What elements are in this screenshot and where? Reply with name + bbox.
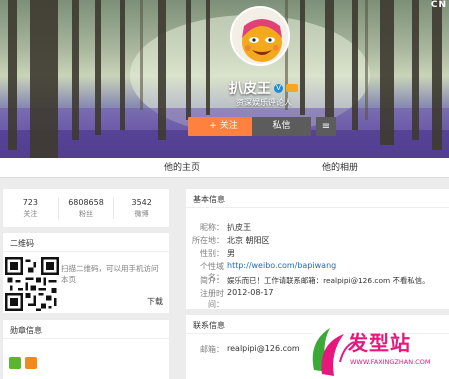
stat-followers[interactable]: 6808658 粉丝: [59, 197, 115, 219]
cover-banner: CN 扒皮王 V 资深娱乐评论人 + 关注 私信 ≡: [0, 0, 449, 158]
medal-icon[interactable]: [25, 357, 37, 369]
stat-label: 粉丝: [79, 209, 93, 218]
info-value: 2012-08-17: [227, 288, 274, 297]
info-value: 娱乐而已！工作请联系邮箱：realpipi@126.com 不看私信。: [227, 276, 430, 285]
message-button[interactable]: 私信: [252, 117, 311, 136]
info-key: 所在地：: [192, 236, 224, 245]
stat-label: 微博: [134, 209, 149, 218]
info-row-location: 所在地： 北京 朝阳区: [186, 235, 449, 246]
site-watermark: 发型站 WWW.FAXINGZHAN.COM: [300, 322, 449, 379]
qr-code-icon[interactable]: [5, 257, 59, 311]
basic-info-title: 基本信息: [186, 189, 449, 208]
info-value: 扒皮王: [227, 223, 251, 232]
nickname-row: 扒皮王 V: [229, 80, 298, 97]
watermark-url: WWW.FAXINGZHAN.COM: [350, 358, 431, 366]
avatar[interactable]: [230, 6, 290, 66]
info-key: 注册时间：: [200, 289, 224, 309]
qr-hint: 扫描二维码，可以用手机访问本页: [61, 264, 159, 284]
top-watermark: CN: [430, 0, 447, 10]
qr-download-link[interactable]: 下载: [147, 296, 163, 307]
qr-title: 二维码: [3, 233, 169, 252]
info-value: 男: [227, 249, 235, 258]
stat-label: 关注: [23, 209, 38, 218]
info-row-gender: 性别： 男: [186, 248, 449, 259]
info-key: 简介：: [200, 276, 224, 285]
medal-icon[interactable]: [9, 357, 21, 369]
info-key: 邮箱：: [200, 345, 224, 354]
basic-info-card: 基本信息 昵称： 扒皮王 所在地： 北京 朝阳区 性别： 男 个性域名： htt…: [186, 189, 449, 309]
tab-album[interactable]: 他的相册: [230, 158, 449, 178]
info-key: 性别：: [200, 249, 224, 258]
medal-title: 勋章信息: [3, 320, 169, 339]
info-row-nickname: 昵称： 扒皮王: [186, 222, 449, 233]
medal-card: 勋章信息: [3, 320, 169, 379]
nickname: 扒皮王: [229, 81, 271, 97]
info-key: 昵称：: [200, 223, 224, 232]
more-menu-button[interactable]: ≡: [316, 117, 336, 136]
watermark-title: 发型站: [348, 331, 411, 355]
info-row-register-date: 注册时间： 2012-08-17: [186, 288, 449, 310]
info-row-bio: 简介： 娱乐而已！工作请联系邮箱：realpipi@126.com 不看私信。: [186, 275, 449, 286]
follow-button[interactable]: + 关注: [188, 117, 259, 136]
stat-value: 723: [22, 197, 38, 207]
avatar-face-icon: [242, 19, 282, 62]
stat-value: 3542: [131, 197, 152, 207]
stat-value: 6808658: [68, 197, 104, 207]
stat-following[interactable]: 723 关注: [3, 197, 59, 219]
profile-tabs: 他的主页 他的相册: [0, 158, 449, 178]
verified-icon[interactable]: V: [274, 83, 283, 93]
qr-card: 二维码 扫描二维码，可以用手机访问本页 下载: [3, 233, 169, 313]
level-icon[interactable]: [286, 84, 298, 92]
stat-posts[interactable]: 3542 微博: [114, 198, 169, 219]
menu-icon: ≡: [321, 121, 331, 132]
info-value: 北京 朝阳区: [227, 236, 270, 245]
stats-card: 723 关注 6808658 粉丝 3542 微博: [3, 189, 169, 227]
info-value: realpipi@126.com: [227, 344, 300, 353]
verify-text: 资深娱乐评论人: [236, 98, 292, 107]
